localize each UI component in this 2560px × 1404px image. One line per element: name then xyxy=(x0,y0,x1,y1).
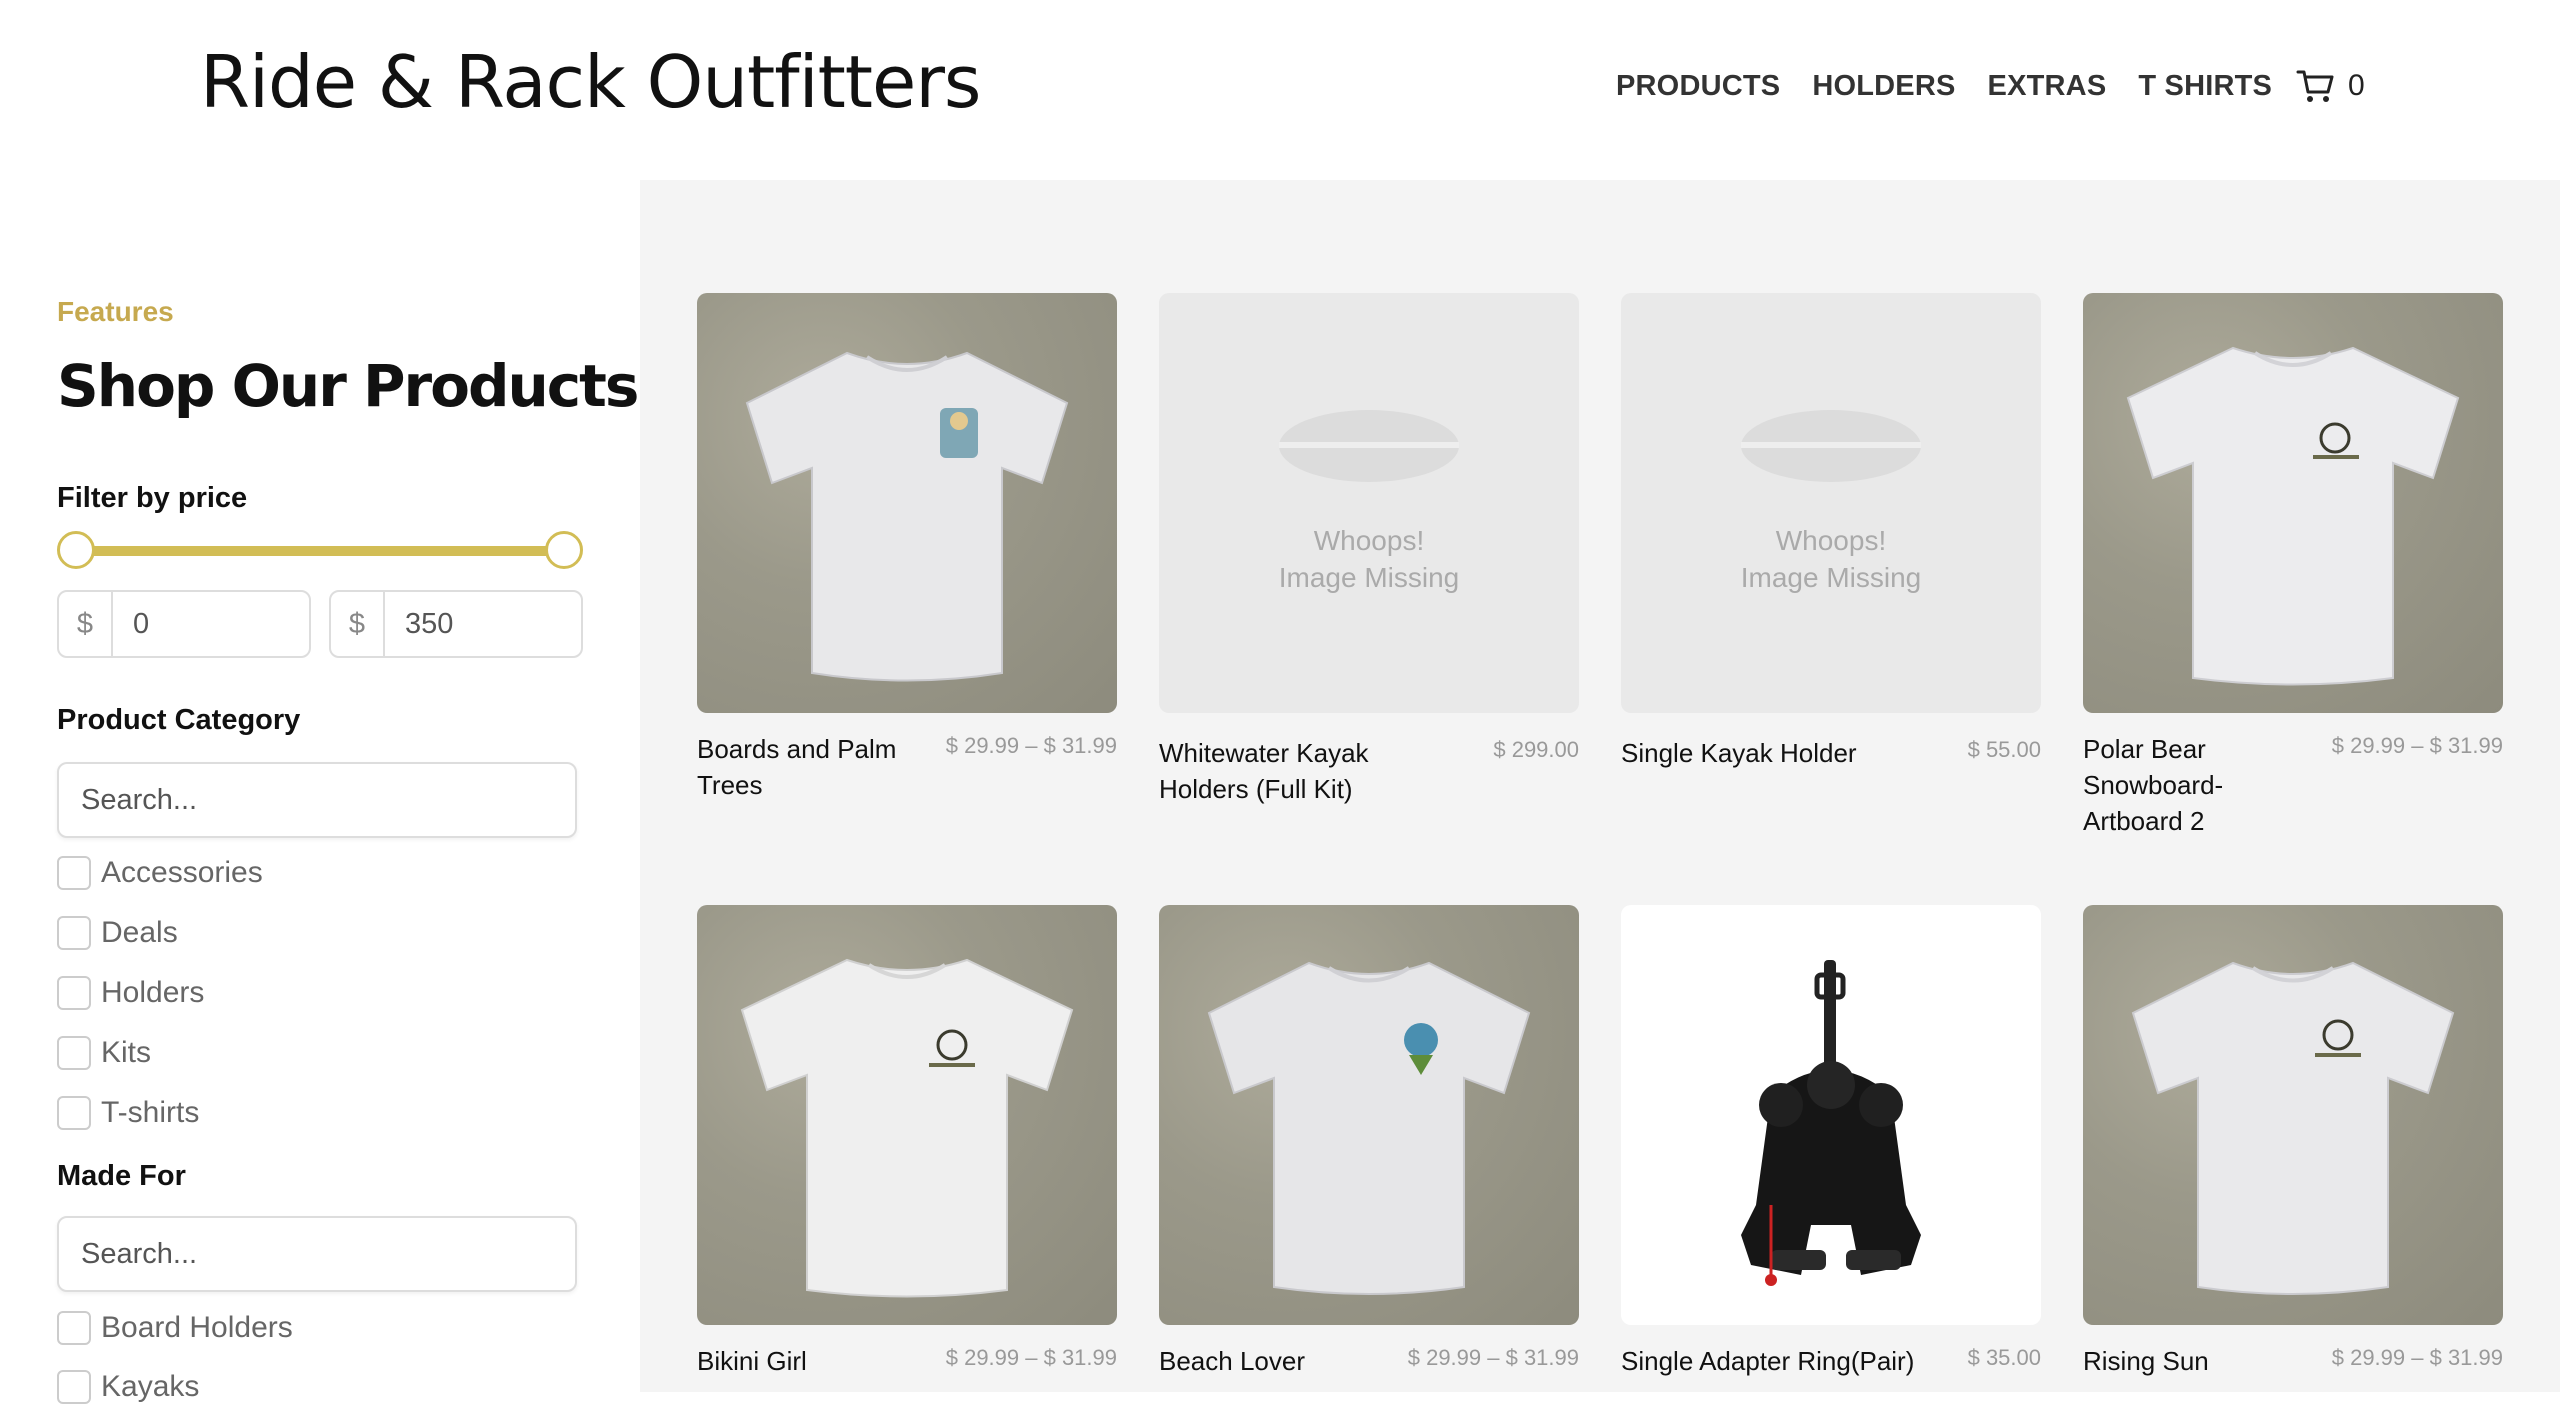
product-name[interactable]: Whitewater Kayak Holders (Full Kit) xyxy=(1159,735,1409,807)
product-grid: Boards and Palm Trees $ 29.99 – $ 31.99 … xyxy=(640,180,2560,1392)
made-for-board-holders[interactable]: Board Holders xyxy=(57,1311,293,1345)
max-price-value[interactable]: 350 xyxy=(385,608,453,641)
product-card[interactable]: Single Adapter Ring(Pair) $ 35.00 xyxy=(1621,905,2041,1376)
checkbox[interactable] xyxy=(57,916,91,950)
boots-image xyxy=(1741,960,1921,1286)
product-price: $ 29.99 – $ 31.99 xyxy=(945,1345,1117,1370)
max-price-field[interactable]: $ 350 xyxy=(329,590,583,658)
checkbox-label: Kits xyxy=(101,1036,152,1069)
product-price: $ 55.00 xyxy=(1967,737,2041,762)
checkbox-label: Kayaks xyxy=(101,1370,200,1403)
tshirt-image xyxy=(745,351,1069,682)
product-card[interactable]: Polar Bear Snowboard-Artboard 2 $ 29.99 … xyxy=(2083,293,2503,836)
nav-extras[interactable]: EXTRAS xyxy=(1988,70,2107,103)
nav-t-shirts[interactable]: T SHIRTS xyxy=(2138,70,2272,103)
product-price: $ 299.00 xyxy=(1493,737,1579,762)
surfboard-placeholder-icon xyxy=(1279,410,1459,482)
slider-min-handle[interactable] xyxy=(57,531,95,569)
page-title: Shop Our Products xyxy=(57,352,639,420)
tshirt-image xyxy=(2126,346,2460,686)
category-search-input[interactable]: Search... xyxy=(57,762,577,838)
main-nav: PRODUCTS HOLDERS EXTRAS T SHIRTS xyxy=(1616,70,2272,103)
currency-symbol: $ xyxy=(331,592,385,656)
product-price: $ 29.99 – $ 31.99 xyxy=(2331,1345,2503,1370)
product-image-placeholder[interactable]: Whoops! Image Missing xyxy=(1159,293,1579,713)
made-for-search-input[interactable]: Search... xyxy=(57,1216,577,1292)
checkbox[interactable] xyxy=(57,1096,91,1130)
product-card[interactable]: Whoops! Image Missing Whitewater Kayak H… xyxy=(1159,293,1579,804)
product-name[interactable]: Boards and Palm Trees xyxy=(697,731,947,803)
product-name[interactable]: Beach Lover xyxy=(1159,1343,1409,1379)
product-price: $ 29.99 – $ 31.99 xyxy=(1407,1345,1579,1370)
product-name[interactable]: Single Adapter Ring(Pair) xyxy=(1621,1343,1921,1379)
tshirt-image xyxy=(740,958,1074,1298)
checkbox[interactable] xyxy=(57,1370,91,1404)
category-deals[interactable]: Deals xyxy=(57,916,178,950)
cart-icon xyxy=(2296,70,2334,102)
product-card[interactable]: Boards and Palm Trees $ 29.99 – $ 31.99 xyxy=(697,293,1117,800)
product-image[interactable] xyxy=(1621,905,2041,1325)
product-image[interactable] xyxy=(1159,905,1579,1325)
tshirt-image xyxy=(1207,961,1531,1295)
checkbox[interactable] xyxy=(57,1036,91,1070)
surfboard-placeholder-icon xyxy=(1741,410,1921,482)
nav-products[interactable]: PRODUCTS xyxy=(1616,70,1780,103)
checkbox-label: Accessories xyxy=(101,856,263,889)
cart-button[interactable]: 0 xyxy=(2296,68,2365,104)
features-eyebrow: Features xyxy=(57,296,174,327)
category-holders[interactable]: Holders xyxy=(57,976,204,1010)
checkbox-label: Holders xyxy=(101,976,205,1009)
slider-track xyxy=(75,546,565,556)
product-card[interactable]: Rising Sun $ 29.99 – $ 31.99 xyxy=(2083,905,2503,1376)
currency-symbol: $ xyxy=(59,592,113,656)
price-range-slider[interactable] xyxy=(57,530,583,570)
price-filter-heading: Filter by price xyxy=(57,482,248,514)
made-for-heading: Made For xyxy=(57,1160,186,1192)
product-name[interactable]: Rising Sun xyxy=(2083,1343,2333,1379)
nav-holders[interactable]: HOLDERS xyxy=(1812,70,1955,103)
checkbox-label: Deals xyxy=(101,916,178,949)
product-name[interactable]: Single Kayak Holder xyxy=(1621,735,1921,771)
site-logo[interactable]: Ride & Rack Outfitters xyxy=(200,40,981,124)
product-image[interactable] xyxy=(697,905,1117,1325)
site-header: Ride & Rack Outfitters PRODUCTS HOLDERS … xyxy=(0,0,2560,180)
product-card[interactable]: Beach Lover $ 29.99 – $ 31.99 xyxy=(1159,905,1579,1376)
product-price: $ 29.99 – $ 31.99 xyxy=(945,733,1117,758)
checkbox[interactable] xyxy=(57,856,91,890)
category-accessories[interactable]: Accessories xyxy=(57,856,263,890)
category-heading: Product Category xyxy=(57,704,301,736)
filter-sidebar: Features Shop Our Products Filter by pri… xyxy=(0,180,640,1404)
tshirt-image xyxy=(2131,961,2455,1295)
cart-count: 0 xyxy=(2348,69,2365,102)
checkbox-label: Board Holders xyxy=(101,1311,293,1344)
category-kits[interactable]: Kits xyxy=(57,1036,151,1070)
product-card[interactable]: Whoops! Image Missing Single Kayak Holde… xyxy=(1621,293,2041,768)
made-for-kayaks[interactable]: Kayaks xyxy=(57,1370,199,1404)
category-t-shirts[interactable]: T-shirts xyxy=(57,1096,199,1130)
product-price: $ 29.99 – $ 31.99 xyxy=(2331,733,2503,758)
product-image-placeholder[interactable]: Whoops! Image Missing xyxy=(1621,293,2041,713)
min-price-field[interactable]: $ 0 xyxy=(57,590,311,658)
missing-image-text: Whoops! Image Missing xyxy=(1740,525,1922,593)
product-name[interactable]: Bikini Girl xyxy=(697,1343,947,1379)
slider-max-handle[interactable] xyxy=(545,531,583,569)
checkbox-label: T-shirts xyxy=(101,1096,200,1129)
product-image[interactable] xyxy=(2083,905,2503,1325)
product-price: $ 35.00 xyxy=(1967,1345,2041,1370)
checkbox[interactable] xyxy=(57,1311,91,1345)
min-price-value[interactable]: 0 xyxy=(113,608,149,641)
product-name[interactable]: Polar Bear Snowboard-Artboard 2 xyxy=(2083,731,2303,839)
missing-image-text: Whoops! Image Missing xyxy=(1278,525,1460,593)
product-card[interactable]: Bikini Girl $ 29.99 – $ 31.99 xyxy=(697,905,1117,1376)
checkbox[interactable] xyxy=(57,976,91,1010)
product-image[interactable] xyxy=(2083,293,2503,713)
product-image[interactable] xyxy=(697,293,1117,713)
